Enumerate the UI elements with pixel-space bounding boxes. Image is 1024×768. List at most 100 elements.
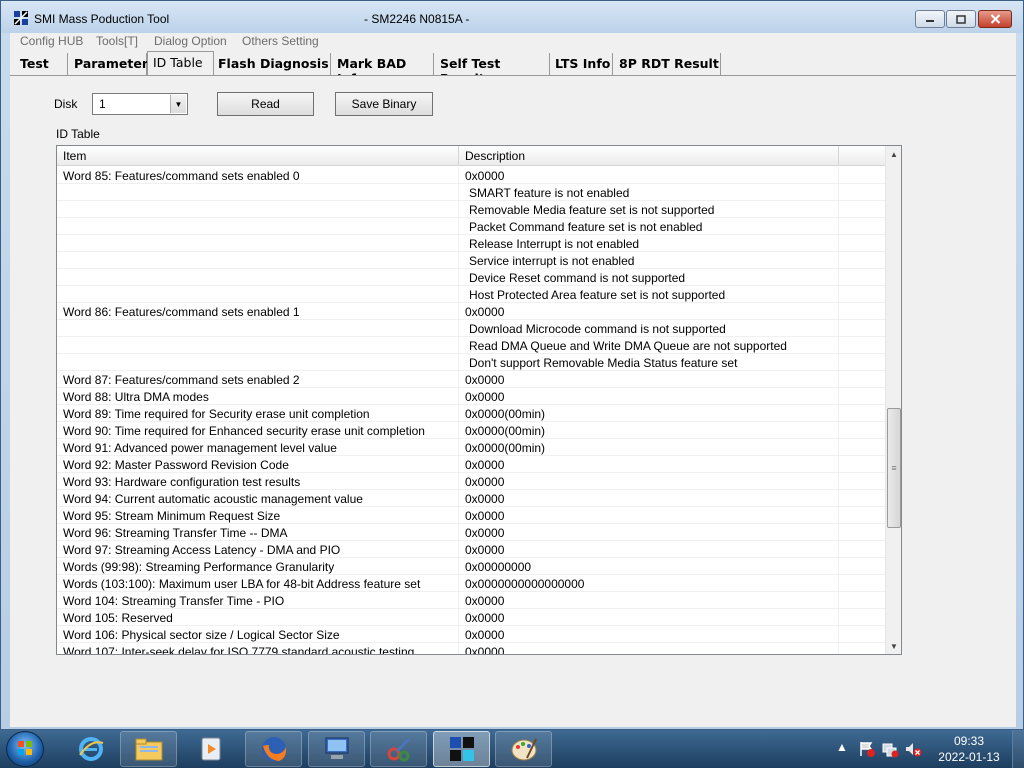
main-window: SMI Mass Poduction Tool - SM2246 N0815A … [0, 0, 1024, 730]
table-row[interactable]: Word 95: Stream Minimum Request Size 0x00… [57, 507, 886, 524]
column-divider [458, 201, 459, 218]
scroll-up-icon[interactable]: ▲ [886, 146, 901, 162]
table-row[interactable]: Word 106: Physical sector size / Logical… [57, 626, 886, 643]
taskbar-tools[interactable] [370, 731, 427, 767]
cell-description: Packet Command feature set is not enable… [469, 220, 703, 234]
tab-id-table[interactable]: ID Table [147, 51, 214, 75]
tab-parameter[interactable]: Parameter [68, 53, 148, 75]
table-row[interactable]: Removable Media feature set is not suppo… [57, 201, 886, 218]
paint-icon [511, 738, 537, 761]
column-divider [838, 524, 839, 541]
minimize-icon [926, 20, 934, 22]
column-divider [838, 218, 839, 235]
table-row[interactable]: Word 107: Inter-seek delay for ISO 7779 … [57, 643, 886, 654]
table-row[interactable]: Words (103:100): Maximum user LBA for 48… [57, 575, 886, 592]
table-row[interactable]: Packet Command feature set is not enable… [57, 218, 886, 235]
table-row[interactable]: Word 96: Streaming Transfer Time -- DMA 0… [57, 524, 886, 541]
column-divider [458, 643, 459, 654]
dropdown-arrow-icon[interactable]: ▼ [170, 95, 186, 113]
table-row[interactable]: Word 87: Features/command sets enabled 2… [57, 371, 886, 388]
cell-description: 0x0000 [465, 594, 505, 608]
table-row[interactable]: Service interrupt is not enabled [57, 252, 886, 269]
tab-8p-rdt-result[interactable]: 8P RDT Result [613, 53, 721, 75]
cell-item: Words (103:100): Maximum user LBA for 48… [63, 577, 421, 591]
taskbar-paint[interactable] [495, 731, 552, 767]
table-row[interactable]: Release Interrupt is not enabled [57, 235, 886, 252]
cell-description: 0x0000000000000000 [465, 577, 585, 591]
tab-mark-bad-info[interactable]: Mark BAD Info [331, 53, 434, 86]
column-divider [838, 235, 839, 252]
clock-time: 09:33 [953, 734, 985, 748]
action-center-flag-icon[interactable] [858, 740, 876, 758]
menu-config-hub[interactable]: Config HUB [20, 34, 83, 48]
taskbar-explorer[interactable] [120, 731, 177, 767]
table-row[interactable]: Word 86: Features/command sets enabled 1… [57, 303, 886, 320]
cell-description: 0x00000000 [465, 560, 532, 574]
show-desktop-button[interactable] [1012, 730, 1024, 768]
taskbar-smi-tool[interactable] [433, 731, 490, 767]
table-row[interactable]: Word 88: Ultra DMA modes 0x0000 [57, 388, 886, 405]
window-title: SMI Mass Poduction Tool [34, 12, 170, 26]
cell-item: Words (99:98): Streaming Performance Gra… [63, 560, 335, 574]
table-row[interactable]: Word 105: Reserved 0x0000 [57, 609, 886, 626]
column-divider [458, 422, 459, 439]
cell-item: Word 104: Streaming Transfer Time - PIO [63, 594, 285, 608]
table-row[interactable]: Download Microcode command is not suppor… [57, 320, 886, 337]
cell-description: 0x0000 [465, 509, 505, 523]
volume-muted-icon[interactable] [904, 740, 922, 758]
computer-icon [325, 737, 348, 759]
tab-test[interactable]: Test [10, 53, 68, 75]
maximize-button[interactable] [946, 10, 976, 28]
table-row[interactable]: Word 91: Advanced power management level… [57, 439, 886, 456]
table-row[interactable]: Word 90: Time required for Enhanced secu… [57, 422, 886, 439]
cell-description: 0x0000 [465, 475, 505, 489]
column-divider [838, 473, 839, 490]
column-divider [838, 456, 839, 473]
cell-description: Device Reset command is not supported [469, 271, 686, 285]
tab-self-test-result[interactable]: Self Test Result [434, 53, 550, 86]
column-divider [458, 388, 459, 405]
table-row[interactable]: Device Reset command is not supported [57, 269, 886, 286]
table-row[interactable]: SMART feature is not enabled [57, 184, 886, 201]
column-header-description[interactable]: Description [459, 146, 839, 166]
taskbar-firefox[interactable] [245, 731, 302, 767]
menu-tools[interactable]: Tools[T] [96, 34, 138, 48]
table-row[interactable]: Word 93: Hardware configuration test res… [57, 473, 886, 490]
save-binary-button[interactable]: Save Binary [335, 92, 433, 116]
id-table-grid[interactable]: Item Description Word 85: Features/comma… [56, 145, 902, 655]
table-row[interactable]: Word 92: Master Password Revision Code 0x… [57, 456, 886, 473]
table-row[interactable]: Words (99:98): Streaming Performance Gra… [57, 558, 886, 575]
cell-description: Download Microcode command is not suppor… [469, 322, 726, 336]
table-row[interactable]: Word 97: Streaming Access Latency - DMA … [57, 541, 886, 558]
tray-expand-icon[interactable]: ▲ [836, 740, 848, 754]
column-divider [458, 456, 459, 473]
taskbar-media-player[interactable] [182, 731, 239, 767]
table-row[interactable]: Word 104: Streaming Transfer Time - PIO 0… [57, 592, 886, 609]
vertical-scrollbar[interactable]: ▲ ≡ ▼ [885, 146, 901, 654]
close-button[interactable] [978, 10, 1012, 28]
title-bar[interactable]: SMI Mass Poduction Tool - SM2246 N0815A … [1, 1, 1023, 33]
column-header-item[interactable]: Item [57, 146, 459, 166]
minimize-button[interactable] [915, 10, 945, 28]
cell-description: 0x0000(00min) [465, 441, 546, 455]
start-button[interactable] [6, 731, 44, 767]
menu-others-setting[interactable]: Others Setting [242, 34, 319, 48]
app-icon [14, 11, 28, 25]
tab-flash-diagnosis[interactable]: Flash Diagnosis [214, 53, 331, 75]
table-row[interactable]: Don't support Removable Media Status fea… [57, 354, 886, 371]
taskbar-computer[interactable] [308, 731, 365, 767]
taskbar-ie[interactable] [62, 731, 119, 767]
table-row[interactable]: Read DMA Queue and Write DMA Queue are n… [57, 337, 886, 354]
scrollbar-thumb[interactable]: ≡ [887, 408, 901, 528]
tab-lts-info[interactable]: LTS Info [550, 53, 613, 75]
table-row[interactable]: Word 94: Current automatic acoustic mana… [57, 490, 886, 507]
table-row[interactable]: Word 85: Features/command sets enabled 0… [57, 167, 886, 184]
system-clock[interactable]: 09:33 2022-01-13 [936, 733, 1002, 765]
disk-select[interactable]: 1 ▼ [92, 93, 188, 115]
table-row[interactable]: Word 89: Time required for Security eras… [57, 405, 886, 422]
menu-dialog-option[interactable]: Dialog Option [154, 34, 227, 48]
table-row[interactable]: Host Protected Area feature set is not s… [57, 286, 886, 303]
read-button[interactable]: Read [217, 92, 314, 116]
scroll-down-icon[interactable]: ▼ [886, 638, 901, 654]
network-icon[interactable] [881, 740, 899, 758]
